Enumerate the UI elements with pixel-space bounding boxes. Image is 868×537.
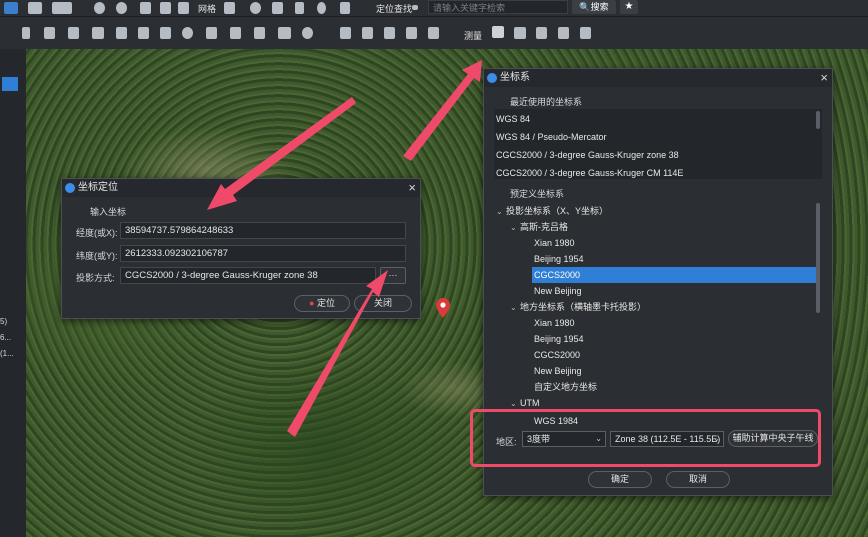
arrow-to-locate-tool (403, 60, 482, 161)
arrow-to-input-section (207, 97, 356, 210)
annotation-arrows (207, 60, 482, 437)
arrow-to-browse-button (287, 270, 388, 437)
